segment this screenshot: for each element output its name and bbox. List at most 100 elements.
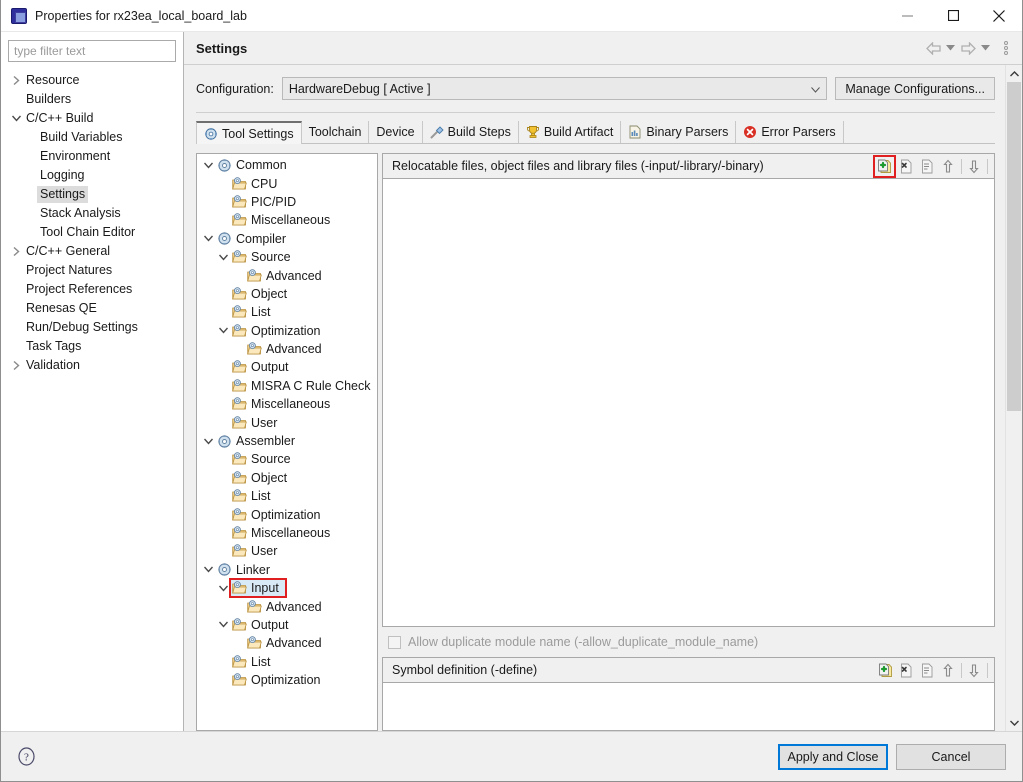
- tool-tree-item-input[interactable]: Input: [197, 578, 377, 599]
- tab-binary-parsers[interactable]: Binary Parsers: [621, 121, 737, 143]
- sidebar-item-environment[interactable]: Environment: [1, 147, 183, 166]
- tab-toolchain[interactable]: Toolchain: [302, 121, 370, 143]
- chevron-down-icon[interactable]: [201, 438, 216, 445]
- add-icon[interactable]: [875, 660, 896, 681]
- allow-duplicate-module-row: Allow duplicate module name (-allow_dupl…: [382, 627, 995, 657]
- tool-tree-item-source[interactable]: Source: [197, 450, 377, 468]
- sidebar-item-settings[interactable]: Settings: [1, 185, 183, 204]
- chevron-right-icon[interactable]: [9, 247, 23, 256]
- configuration-dropdown[interactable]: HardwareDebug [ Active ]: [281, 77, 828, 100]
- folder-icon: [231, 305, 248, 319]
- minimize-icon[interactable]: [884, 0, 930, 32]
- tool-tree-item-compiler[interactable]: Compiler: [197, 230, 377, 248]
- chevron-down-icon[interactable]: [9, 115, 23, 122]
- forward-arrow-icon[interactable]: [959, 37, 977, 59]
- sidebar-item-project-references[interactable]: Project References: [1, 280, 183, 299]
- tool-tree-item-advanced[interactable]: Advanced: [197, 597, 377, 615]
- sidebar-item-c-c-build[interactable]: C/C++ Build: [1, 109, 183, 128]
- chevron-down-icon[interactable]: [201, 235, 216, 242]
- move-up-icon[interactable]: [938, 156, 959, 177]
- tool-tree-item-assembler[interactable]: Assembler: [197, 432, 377, 450]
- tool-tree-item-linker[interactable]: Linker: [197, 561, 377, 579]
- tool-tree-item-advanced[interactable]: Advanced: [197, 634, 377, 652]
- tool-tree-item-user[interactable]: User: [197, 542, 377, 560]
- edit-icon[interactable]: [917, 156, 938, 177]
- move-up-icon[interactable]: [938, 660, 959, 681]
- sidebar-item-task-tags[interactable]: Task Tags: [1, 337, 183, 356]
- tool-tree-item-list[interactable]: List: [197, 487, 377, 505]
- sidebar-item-build-variables[interactable]: Build Variables: [1, 128, 183, 147]
- tool-tree-item-list[interactable]: List: [197, 653, 377, 671]
- tool-tree-item-object[interactable]: Object: [197, 285, 377, 303]
- chevron-right-icon[interactable]: [9, 76, 23, 85]
- manage-configurations-button[interactable]: Manage Configurations...: [835, 77, 995, 100]
- cancel-button[interactable]: Cancel: [896, 743, 1006, 770]
- move-down-icon[interactable]: [964, 660, 985, 681]
- sidebar-item-label: Project Natures: [26, 263, 113, 277]
- tool-tree-item-output[interactable]: Output: [197, 358, 377, 376]
- tool-tree-item-pic-pid[interactable]: PIC/PID: [197, 193, 377, 211]
- tool-tree-item-miscellaneous[interactable]: Miscellaneous: [197, 211, 377, 229]
- view-menu-icon[interactable]: [998, 37, 1014, 59]
- delete-icon[interactable]: [896, 660, 917, 681]
- move-down-icon[interactable]: [964, 156, 985, 177]
- scroll-up-icon[interactable]: [1006, 65, 1022, 82]
- tab-build-steps[interactable]: Build Steps: [423, 121, 519, 143]
- filter-input[interactable]: [8, 40, 176, 62]
- scroll-down-icon[interactable]: [1006, 714, 1022, 731]
- settings-vertical-scrollbar[interactable]: [1005, 65, 1022, 731]
- scrollbar-thumb[interactable]: [1007, 82, 1021, 411]
- tool-tree-item-miscellaneous[interactable]: Miscellaneous: [197, 395, 377, 413]
- tool-tree-item-misra-c-rule-check[interactable]: MISRA C Rule Check: [197, 377, 377, 395]
- tool-tree-item-cpu[interactable]: CPU: [197, 174, 377, 192]
- tool-tree-item-optimization[interactable]: Optimization: [197, 671, 377, 689]
- delete-icon[interactable]: [896, 156, 917, 177]
- forward-menu-chevron-down-icon[interactable]: [979, 37, 992, 59]
- sidebar-item-run-debug-settings[interactable]: Run/Debug Settings: [1, 318, 183, 337]
- tool-tree-item-optimization[interactable]: Optimization: [197, 505, 377, 523]
- sidebar-item-c-c-general[interactable]: C/C++ General: [1, 242, 183, 261]
- chevron-down-icon[interactable]: [216, 621, 231, 629]
- help-icon[interactable]: ?: [15, 746, 37, 768]
- tool-tree-item-optimization[interactable]: Optimization: [197, 322, 377, 340]
- tool-tree-item-output[interactable]: Output: [197, 616, 377, 634]
- tool-tree-item-miscellaneous[interactable]: Miscellaneous: [197, 524, 377, 542]
- allow-duplicate-module-checkbox[interactable]: [388, 635, 401, 649]
- tab-device[interactable]: Device: [369, 121, 423, 143]
- scrollbar-track[interactable]: [1006, 82, 1022, 714]
- tool-tree-item-user[interactable]: User: [197, 413, 377, 431]
- tool-tree-item-object[interactable]: Object: [197, 469, 377, 487]
- chevron-down-icon[interactable]: [216, 254, 231, 261]
- back-menu-chevron-down-icon[interactable]: [944, 37, 957, 59]
- tab-build-artifact[interactable]: Build Artifact: [519, 121, 622, 143]
- close-icon[interactable]: [976, 0, 1022, 32]
- add-icon[interactable]: [873, 154, 896, 178]
- sidebar-item-renesas-qe[interactable]: Renesas QE: [1, 299, 183, 318]
- tool-tree-item-advanced[interactable]: Advanced: [197, 266, 377, 284]
- symbol-definition-list[interactable]: [382, 683, 995, 731]
- tool-tree-item-list[interactable]: List: [197, 303, 377, 321]
- tool-tree-item-common[interactable]: Common: [197, 156, 377, 174]
- relocatable-files-list[interactable]: [382, 179, 995, 627]
- sidebar-item-validation[interactable]: Validation: [1, 356, 183, 375]
- tool-tree-item-label: User: [251, 415, 278, 430]
- tool-tree-item-source[interactable]: Source: [197, 248, 377, 266]
- tab-error-parsers[interactable]: Error Parsers: [736, 121, 844, 143]
- back-arrow-icon[interactable]: [924, 37, 942, 59]
- chevron-down-icon[interactable]: [201, 162, 216, 169]
- tab-tool-settings[interactable]: Tool Settings: [196, 121, 302, 144]
- sidebar-item-tool-chain-editor[interactable]: Tool Chain Editor: [1, 223, 183, 242]
- toolbar-separator: [987, 158, 988, 174]
- chevron-down-icon[interactable]: [201, 566, 216, 573]
- sidebar-item-logging[interactable]: Logging: [1, 166, 183, 185]
- chevron-down-icon[interactable]: [216, 327, 231, 334]
- sidebar-item-project-natures[interactable]: Project Natures: [1, 261, 183, 280]
- apply-and-close-button[interactable]: Apply and Close: [778, 743, 888, 770]
- sidebar-item-resource[interactable]: Resource: [1, 71, 183, 90]
- sidebar-item-builders[interactable]: Builders: [1, 90, 183, 109]
- maximize-icon[interactable]: [930, 0, 976, 32]
- chevron-right-icon[interactable]: [9, 361, 23, 370]
- sidebar-item-stack-analysis[interactable]: Stack Analysis: [1, 204, 183, 223]
- tool-tree-item-advanced[interactable]: Advanced: [197, 340, 377, 358]
- edit-icon[interactable]: [917, 660, 938, 681]
